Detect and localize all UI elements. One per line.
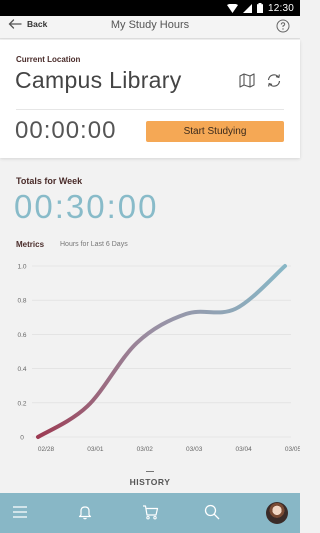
metrics-subtitle: Hours for Last 6 Days <box>60 241 128 248</box>
y-tick-label: 0.4 <box>17 366 26 373</box>
status-time: 12:30 <box>267 2 294 14</box>
history-tab[interactable]: HISTORY <box>0 477 300 487</box>
map-button[interactable] <box>239 73 255 93</box>
x-tick-label: 03/02 <box>137 446 154 453</box>
location-name: Campus Library <box>15 67 182 93</box>
nav-notifications[interactable] <box>77 504 93 525</box>
history-handle[interactable] <box>146 471 154 472</box>
nav-menu[interactable] <box>12 504 28 525</box>
x-tick-label: 03/05 <box>285 446 300 453</box>
map-icon <box>239 73 255 88</box>
battery-icon <box>256 3 263 13</box>
bell-icon <box>78 506 92 520</box>
search-icon <box>204 504 220 520</box>
card-divider <box>16 109 284 110</box>
y-tick-label: 0.8 <box>17 298 26 305</box>
wifi-icon <box>226 3 238 13</box>
cart-icon <box>143 505 159 520</box>
y-tick-label: 1.0 <box>17 264 26 271</box>
avatar[interactable] <box>266 502 288 524</box>
metrics-label: Metrics <box>16 240 45 249</box>
arrow-left-icon <box>8 19 22 29</box>
back-button[interactable]: Back <box>8 19 47 29</box>
totals-label: Totals for Week <box>16 176 83 186</box>
status-bar: 12:30 <box>0 0 300 16</box>
app-header: Back My Study Hours <box>0 16 300 39</box>
help-icon <box>276 19 290 33</box>
x-tick-label: 03/03 <box>186 446 203 453</box>
status-icons: 12:30 <box>226 2 294 14</box>
y-tick-label: 0.6 <box>17 332 26 339</box>
x-tick-label: 03/01 <box>87 446 104 453</box>
refresh-button[interactable] <box>266 73 282 93</box>
menu-icon <box>13 506 27 518</box>
weekly-total: 00:30:00 <box>14 188 159 225</box>
signal-icon <box>242 3 252 13</box>
x-tick-label: 02/28 <box>38 446 55 453</box>
start-studying-button[interactable]: Start Studying <box>146 121 284 142</box>
session-timer: 00:00:00 <box>15 117 117 144</box>
back-label: Back <box>27 19 48 29</box>
location-card: Current Location Campus Library 00:00:00… <box>0 40 300 158</box>
x-tick-label: 03/04 <box>235 446 252 453</box>
metrics-chart: 0 0.2 0.4 0.6 0.8 1.0 02/28 03/01 03/02 03/03 03/0… <box>17 264 300 454</box>
nav-cart[interactable] <box>142 504 159 525</box>
refresh-icon <box>267 74 281 87</box>
help-button[interactable] <box>276 19 290 38</box>
y-tick-label: 0 <box>20 435 24 442</box>
y-tick-label: 0.2 <box>17 400 26 407</box>
series-line <box>36 264 287 439</box>
current-location-label: Current Location <box>16 55 81 64</box>
bottom-nav <box>0 493 300 533</box>
nav-search[interactable] <box>204 504 220 525</box>
